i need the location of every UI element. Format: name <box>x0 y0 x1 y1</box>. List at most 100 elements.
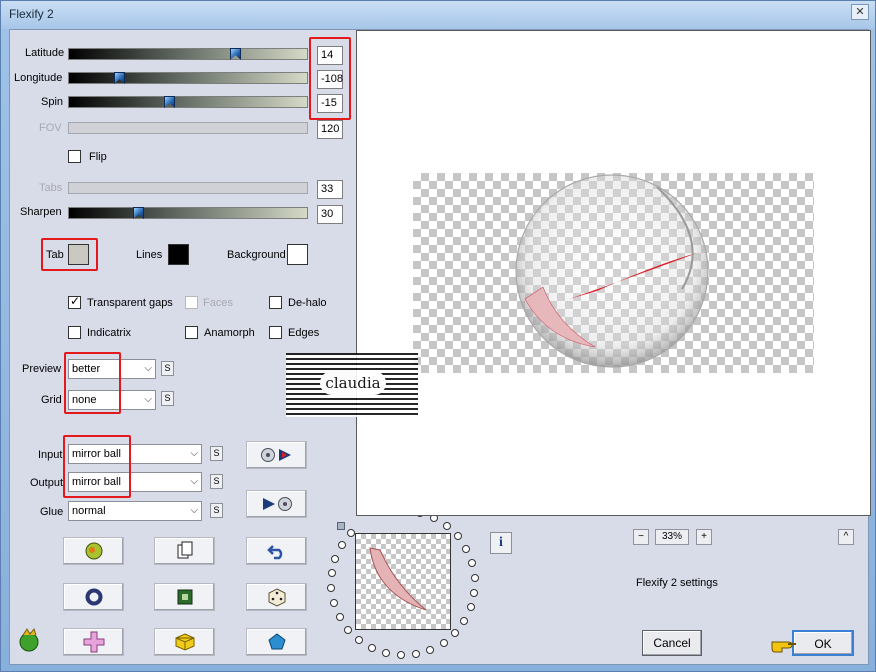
chevron-down-icon: ⌵ <box>190 448 198 459</box>
ok-button[interactable]: OK <box>792 630 854 656</box>
ring-dot <box>327 584 336 593</box>
ring-dot <box>453 532 462 541</box>
de-halo-checkbox[interactable] <box>269 296 282 309</box>
spin-thumb[interactable] <box>164 96 175 108</box>
chevron-down-icon: ⌵ <box>190 505 198 516</box>
lines-color-swatch[interactable] <box>168 244 189 265</box>
sharpen-field[interactable]: 30 <box>317 205 343 224</box>
app-logo-icon <box>19 627 39 652</box>
random-button[interactable] <box>246 583 307 611</box>
copy-button[interactable] <box>154 537 215 565</box>
undo-button[interactable] <box>246 537 307 565</box>
highlight-tab <box>41 238 98 271</box>
input-small-button[interactable]: S <box>210 446 223 461</box>
dice-icon <box>268 588 285 607</box>
longitude-slider[interactable] <box>68 72 308 84</box>
cross-button[interactable] <box>63 628 124 656</box>
title-bar: Flexify 2 ✕ <box>1 1 875 29</box>
input-label: Input <box>38 449 63 461</box>
indicatrix-checkbox[interactable] <box>68 326 81 339</box>
ring-icon <box>85 588 102 606</box>
highlight-input-output <box>63 435 131 498</box>
latitude-thumb[interactable] <box>230 48 241 60</box>
sharpen-label: Sharpen <box>20 206 62 218</box>
zoom-level: 33% <box>655 529 689 545</box>
zoom-in-button[interactable]: + <box>696 529 712 545</box>
glue-select-value: normal <box>72 505 106 517</box>
output-small-button[interactable]: S <box>210 474 223 489</box>
ring-dot <box>470 588 479 597</box>
grid-label: Grid <box>41 394 62 406</box>
flip-checkbox[interactable] <box>68 150 81 163</box>
ring-dot <box>367 643 376 652</box>
de-halo-label: De-halo <box>288 297 327 309</box>
glue-select[interactable]: normal ⌵ <box>68 501 202 521</box>
ring-dot <box>426 645 435 654</box>
fox-button[interactable] <box>63 537 124 565</box>
background-color-swatch[interactable] <box>287 244 308 265</box>
cross-icon <box>83 631 104 653</box>
longitude-thumb[interactable] <box>114 72 125 84</box>
export-icon <box>262 497 292 511</box>
ring-dot <box>381 648 390 657</box>
preview-canvas[interactable] <box>356 30 871 516</box>
flip-label: Flip <box>89 151 107 163</box>
zoom-out-button[interactable]: − <box>633 529 649 545</box>
frame-button[interactable] <box>154 583 215 611</box>
settings-label: Flexify 2 settings <box>636 577 718 589</box>
scroll-up-button[interactable]: ^ <box>838 529 854 545</box>
ring-dot <box>329 599 338 608</box>
edges-checkbox[interactable] <box>269 326 282 339</box>
ring-dot <box>470 573 479 582</box>
transparent-gaps-label: Transparent gaps <box>87 297 173 309</box>
ring-dot <box>337 541 346 550</box>
ring-dot <box>344 625 353 634</box>
undo-icon <box>266 545 282 560</box>
cancel-button[interactable]: Cancel <box>642 630 702 656</box>
watermark-text: claudia <box>320 371 386 395</box>
export-button[interactable] <box>246 490 307 518</box>
fov-slider[interactable] <box>68 122 308 134</box>
highlight-preview-grid <box>64 352 121 414</box>
indicatrix-label: Indicatrix <box>87 327 132 339</box>
glue-label: Glue <box>40 506 64 518</box>
ring-dot <box>411 649 420 658</box>
check-mark-icon: ✓ <box>70 294 81 308</box>
close-button[interactable]: ✕ <box>851 4 869 20</box>
transparent-gaps-checkbox[interactable]: ✓ <box>68 294 81 309</box>
ring-dot <box>346 529 355 538</box>
flexify-window: Flexify 2 ✕ Latitude 14 Longitude -108 S… <box>0 0 876 672</box>
grid-small-button[interactable]: S <box>161 391 174 406</box>
ring-dot <box>462 544 471 553</box>
preview-thumbnail <box>355 533 451 630</box>
glue-small-button[interactable]: S <box>210 503 223 518</box>
latitude-label: Latitude <box>25 47 65 59</box>
background-color-label: Background <box>227 249 286 261</box>
cube-button[interactable] <box>154 628 215 656</box>
gem-button[interactable] <box>246 628 307 656</box>
ring-dot <box>327 569 336 578</box>
fov-field[interactable]: 120 <box>317 120 343 139</box>
ring-dot <box>439 638 448 647</box>
latitude-slider[interactable] <box>68 48 308 60</box>
fox-icon <box>85 542 102 560</box>
faces-checkbox[interactable] <box>185 296 198 309</box>
sharpen-thumb[interactable] <box>133 207 144 219</box>
ring-handle[interactable] <box>337 522 345 530</box>
anamorph-checkbox[interactable] <box>185 326 198 339</box>
tabs-field[interactable]: 33 <box>317 180 343 199</box>
spin-slider[interactable] <box>68 96 308 108</box>
sharpen-slider[interactable] <box>68 207 308 219</box>
import-button[interactable] <box>246 441 307 469</box>
ring-button[interactable] <box>63 583 124 611</box>
fov-label: FOV <box>39 122 62 134</box>
gem-icon <box>267 633 286 650</box>
import-icon <box>260 448 291 462</box>
lines-color-label: Lines <box>136 249 163 261</box>
ring-dot <box>443 522 452 531</box>
preview-small-button[interactable]: S <box>161 361 174 376</box>
info-button[interactable]: i <box>490 532 512 554</box>
tabs-slider[interactable] <box>68 182 308 194</box>
ring-dot <box>331 554 340 563</box>
ring-dot <box>354 635 363 644</box>
